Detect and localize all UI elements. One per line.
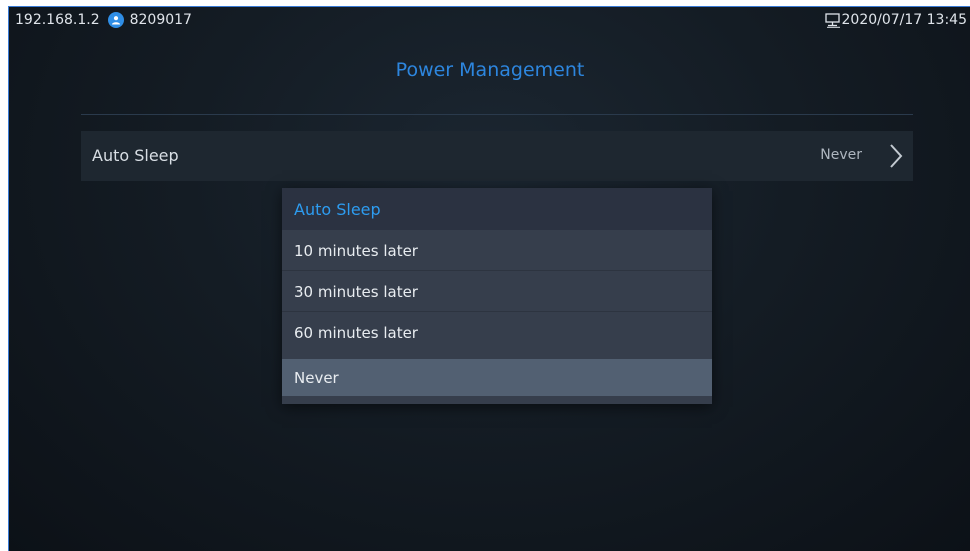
auto-sleep-dialog: Auto Sleep 10 minutes later 30 minutes l… [282, 188, 712, 404]
option-10-minutes[interactable]: 10 minutes later [282, 230, 712, 271]
datetime: 2020/07/17 13:45 [841, 12, 968, 28]
option-label: Never [294, 369, 339, 387]
option-never[interactable]: Never [282, 359, 712, 396]
chevron-right-icon [889, 143, 903, 173]
setting-value: Never [820, 147, 862, 163]
status-right: 2020/07/17 13:45 [824, 12, 968, 28]
setting-label: Auto Sleep [92, 146, 179, 165]
ip-address: 192.168.1.2 [15, 12, 100, 28]
device-screen: 192.168.1.2 8209017 2020/07/17 13:45 Pow… [8, 6, 970, 551]
option-60-minutes[interactable]: 60 minutes later [282, 312, 712, 353]
option-label: 30 minutes later [294, 283, 418, 301]
status-bar: 192.168.1.2 8209017 2020/07/17 13:45 [9, 7, 970, 37]
account-number: 8209017 [129, 12, 192, 28]
auto-sleep-setting-row[interactable]: Auto Sleep Never [81, 131, 913, 181]
option-30-minutes[interactable]: 30 minutes later [282, 271, 712, 312]
dialog-title: Auto Sleep [294, 200, 381, 219]
title-divider [81, 114, 913, 115]
option-label: 10 minutes later [294, 242, 418, 260]
status-left: 192.168.1.2 8209017 [15, 12, 192, 28]
page-title: Power Management [395, 59, 585, 81]
user-icon [107, 12, 124, 28]
monitor-icon [824, 12, 841, 28]
dialog-header: Auto Sleep [282, 188, 712, 230]
option-label: 60 minutes later [294, 324, 418, 342]
